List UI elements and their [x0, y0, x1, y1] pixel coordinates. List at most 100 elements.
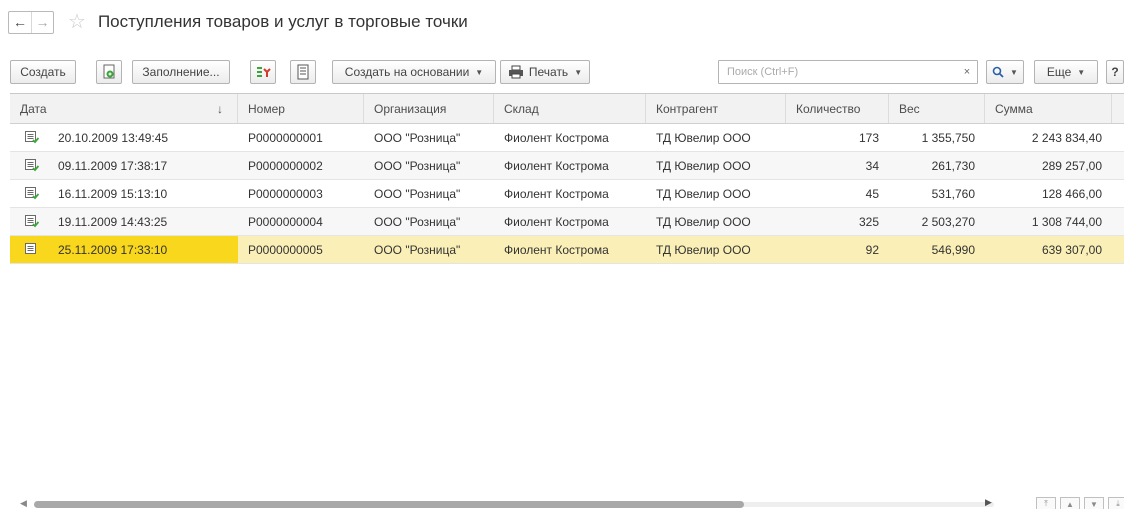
print-button-label: Печать	[528, 65, 569, 79]
cell-counterparty: ТД Ювелир ООО	[656, 130, 751, 145]
clear-search-icon[interactable]: ×	[957, 66, 977, 78]
column-header-counterparty[interactable]: Контрагент	[646, 94, 786, 123]
cell-warehouse: Фиолент Кострома	[504, 130, 609, 145]
fill-button[interactable]: Заполнение...	[132, 60, 230, 84]
go-to-last-icon[interactable]: ⤓	[1108, 497, 1124, 509]
column-header-label: Вес	[899, 101, 920, 116]
cell-weight: 1 355,750	[921, 130, 975, 145]
chevron-down-icon: ▼	[574, 67, 583, 77]
cell-counterparty: ТД Ювелир ООО	[656, 186, 751, 201]
column-header-label: Дата	[20, 101, 47, 116]
column-header-weight[interactable]: Вес	[889, 94, 985, 123]
cell-quantity: 173	[858, 130, 879, 145]
help-icon: ?	[1111, 65, 1119, 79]
create-based-on-label: Создать на основании	[344, 65, 470, 79]
sort-descending-icon: ↓	[217, 101, 223, 116]
search-input[interactable]	[719, 62, 957, 82]
post-document-icon	[257, 67, 271, 77]
table-row[interactable]: 16.11.2009 15:13:10 Р0000000003 ООО "Розни…	[10, 180, 1124, 208]
help-button[interactable]: ?	[1106, 60, 1124, 84]
cell-quantity: 34	[865, 158, 879, 173]
column-header-label: Контрагент	[656, 101, 719, 116]
cell-quantity: 325	[858, 214, 879, 229]
cell-sum: 2 243 834,40	[1031, 130, 1102, 145]
column-header-number[interactable]: Номер	[238, 94, 364, 123]
column-header-organization[interactable]: Организация	[364, 94, 494, 123]
cell-sum: 1 308 744,00	[1031, 214, 1102, 229]
cell-sum: 128 466,00	[1041, 186, 1102, 201]
cell-organization: ООО "Розница"	[374, 186, 461, 201]
scroll-left-icon[interactable]: ◀	[20, 498, 27, 509]
back-button[interactable]: ←	[9, 12, 31, 33]
printer-icon	[508, 65, 523, 79]
more-button[interactable]: Еще ▼	[1034, 60, 1098, 84]
table-row[interactable]: 09.11.2009 17:38:17 Р0000000002 ООО "Розни…	[10, 152, 1124, 180]
create-button[interactable]: Создать	[10, 60, 76, 84]
title-bar: ← → ☆ Поступления товаров и услуг в торг…	[8, 8, 468, 36]
column-header-sum[interactable]: Сумма	[985, 94, 1112, 123]
cell-warehouse: Фиолент Кострома	[504, 158, 609, 173]
back-arrow-icon: ←	[13, 14, 27, 30]
chevron-down-icon: ▼	[1077, 67, 1086, 77]
cell-organization: ООО "Розница"	[374, 130, 461, 145]
report-document-icon	[297, 64, 309, 80]
list-navigation: ⤒ ▲ ▼ ⤓	[1036, 497, 1124, 509]
table-row[interactable]: 20.10.2009 13:49:45 Р0000000001 ООО "Розни…	[10, 124, 1124, 152]
document-icon	[25, 243, 36, 254]
chevron-down-icon: ▼	[1010, 67, 1018, 77]
cell-number: Р0000000005	[248, 242, 323, 257]
horizontal-scrollbar[interactable]: ◀	[20, 498, 994, 509]
favorite-star-icon[interactable]: ☆	[68, 12, 86, 32]
cell-number: Р0000000003	[248, 186, 323, 201]
forward-button[interactable]: →	[31, 11, 53, 33]
column-header-label: Количество	[796, 101, 861, 116]
cell-weight: 531,760	[931, 186, 975, 201]
cell-warehouse: Фиолент Кострома	[504, 186, 609, 201]
post-button[interactable]	[250, 60, 276, 84]
cell-date: 09.11.2009 17:38:17	[58, 158, 168, 173]
cell-sum: 639 307,00	[1041, 242, 1102, 257]
fill-button-label: Заполнение...	[142, 65, 220, 79]
cell-quantity: 92	[865, 242, 879, 257]
page-up-icon[interactable]: ▲	[1060, 497, 1080, 509]
search-field[interactable]: ×	[718, 60, 978, 84]
cell-warehouse: Фиолент Кострома	[504, 242, 609, 257]
column-header-label: Номер	[248, 101, 285, 116]
cell-counterparty: ТД Ювелир ООО	[656, 158, 751, 173]
nav-buttons: ← →	[8, 10, 54, 34]
cell-weight: 546,990	[931, 242, 975, 257]
cell-date: 19.11.2009 14:43:25	[58, 214, 168, 229]
table-row[interactable]: 25.11.2009 17:33:10 Р0000000005 ООО "Розни…	[10, 236, 1124, 264]
cell-quantity: 45	[865, 186, 879, 201]
column-header-label: Сумма	[995, 101, 1033, 116]
table-header: Дата ↓ Номер Организация Склад Контраген…	[10, 94, 1124, 124]
cell-weight: 2 503,270	[921, 214, 975, 229]
more-button-label: Еще	[1046, 65, 1072, 79]
page-title: Поступления товаров и услуг в торговые т…	[97, 12, 468, 31]
scroll-right-icon[interactable]: ▶	[985, 497, 992, 508]
documents-table: Дата ↓ Номер Организация Склад Контраген…	[10, 93, 1124, 485]
cell-date: 16.11.2009 15:13:10	[58, 186, 168, 201]
table-row[interactable]: 19.11.2009 14:43:25 Р0000000004 ООО "Розни…	[10, 208, 1124, 236]
cell-counterparty: ТД Ювелир ООО	[656, 214, 751, 229]
posted-document-icon	[25, 131, 39, 144]
cell-organization: ООО "Розница"	[374, 158, 461, 173]
column-header-quantity[interactable]: Количество	[786, 94, 889, 123]
toolbar: Создать Заполнение... Создать на основан…	[10, 60, 1124, 84]
search-options-button[interactable]: ▼	[986, 60, 1024, 84]
chevron-down-icon: ▼	[475, 67, 484, 77]
report-button[interactable]	[290, 60, 316, 84]
cell-number: Р0000000004	[248, 214, 323, 229]
print-button[interactable]: Печать ▼	[500, 60, 590, 84]
create-button-label: Создать	[20, 65, 66, 79]
page-down-icon[interactable]: ▼	[1084, 497, 1104, 509]
go-to-first-icon[interactable]: ⤒	[1036, 497, 1056, 509]
column-header-label: Организация	[374, 101, 447, 116]
forward-arrow-icon: →	[35, 14, 50, 30]
magnifier-icon	[992, 66, 1004, 78]
scrollbar-thumb[interactable]	[34, 501, 744, 508]
column-header-warehouse[interactable]: Склад	[494, 94, 646, 123]
column-header-date[interactable]: Дата ↓	[10, 94, 238, 123]
create-based-on-button[interactable]: Создать на основании ▼	[332, 60, 496, 84]
copy-button[interactable]	[96, 60, 122, 84]
